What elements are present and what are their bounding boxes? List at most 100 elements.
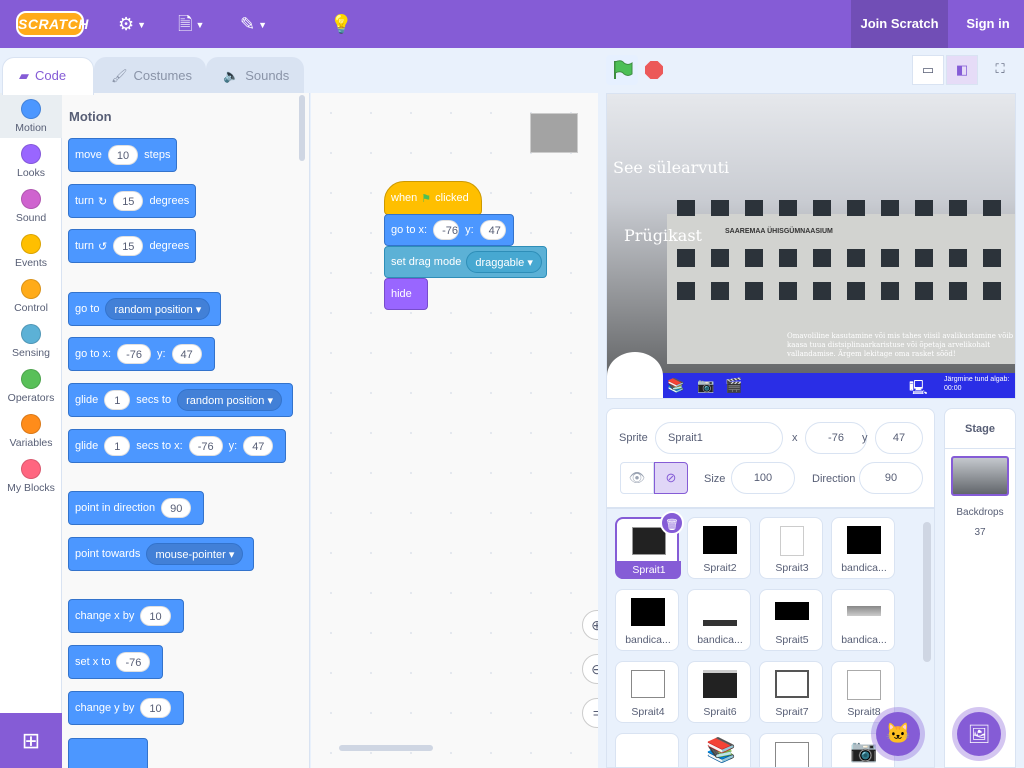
edit-menu[interactable]: ✎ ▼ bbox=[240, 12, 267, 36]
category-control[interactable]: Control bbox=[0, 273, 62, 318]
sprite-tile-sprait4[interactable]: Sprait4 bbox=[615, 661, 679, 723]
script-area[interactable]: when ⚑ clicked go to x: -76 y: 47 set drag mo… bbox=[311, 93, 598, 768]
script-horizontal-scrollbar[interactable] bbox=[339, 745, 433, 751]
degrees-input[interactable]: 15 bbox=[113, 236, 144, 256]
script-set-drag-mode[interactable]: set drag mode draggable ▾ bbox=[384, 246, 547, 278]
block-glide-xy[interactable]: glide 1 secs to x: -76 y: 47 bbox=[68, 429, 287, 463]
sprite-tile-sprait6[interactable]: Sprait6 bbox=[687, 661, 751, 723]
x-input[interactable]: -76 bbox=[117, 344, 151, 364]
set-x-input[interactable]: -76 bbox=[116, 652, 151, 672]
delete-sprite-button[interactable]: 🗑 bbox=[660, 511, 684, 535]
y-input[interactable]: 47 bbox=[171, 344, 202, 364]
hide-sprite-button[interactable]: ⊘ bbox=[654, 462, 688, 494]
size-input[interactable]: 100 bbox=[731, 462, 795, 494]
sprite-tile-partial-3[interactable] bbox=[759, 733, 823, 767]
block-point-towards[interactable]: point towards mouse-pointer ▾ bbox=[68, 537, 255, 571]
category-motion[interactable]: Motion bbox=[0, 93, 62, 138]
palette-scrollbar[interactable] bbox=[299, 95, 305, 161]
camera-icon[interactable]: 📷 bbox=[697, 377, 714, 394]
stage-logo-sprite[interactable] bbox=[607, 352, 663, 398]
sprite-tile-sprait2[interactable]: Sprait2 bbox=[687, 517, 751, 579]
secs-input[interactable]: 1 bbox=[104, 390, 131, 410]
category-operators[interactable]: Operators bbox=[0, 363, 62, 408]
y-input[interactable]: 47 bbox=[243, 436, 274, 456]
tab-code[interactable]: ▰ Code bbox=[2, 57, 94, 95]
stop-button[interactable] bbox=[645, 61, 663, 79]
sprite-tile-bandicam-4[interactable]: bandica... bbox=[831, 589, 895, 651]
direction-input[interactable]: 90 bbox=[161, 498, 192, 518]
glide-target-dropdown[interactable]: random position ▾ bbox=[177, 389, 282, 411]
sprite-tile-sprait7[interactable]: Sprait7 bbox=[759, 661, 823, 723]
sprite-tile-sprait3[interactable]: Sprait3 bbox=[759, 517, 823, 579]
change-y-input[interactable]: 10 bbox=[140, 698, 171, 718]
script-when-flag-clicked[interactable]: when ⚑ clicked bbox=[384, 181, 482, 215]
y-position-input[interactable]: 47 bbox=[875, 422, 923, 454]
sprite-name-input[interactable]: Sprait1 bbox=[655, 422, 783, 454]
stage-thumbnail[interactable] bbox=[951, 456, 1009, 496]
category-sensing[interactable]: Sensing bbox=[0, 318, 62, 363]
towards-dropdown[interactable]: mouse-pointer ▾ bbox=[146, 543, 244, 565]
show-sprite-button[interactable]: 👁 bbox=[620, 462, 654, 494]
y-input[interactable]: 47 bbox=[479, 220, 506, 240]
goto-target-dropdown[interactable]: random position ▾ bbox=[105, 298, 211, 320]
tutorials-button[interactable]: 💡 bbox=[330, 12, 352, 36]
zoom-in-button[interactable]: ⊕ bbox=[582, 610, 598, 640]
secs-input[interactable]: 1 bbox=[104, 436, 131, 456]
clapperboard-icon[interactable]: 🎬 bbox=[725, 377, 742, 394]
join-scratch-button[interactable]: Join Scratch bbox=[851, 0, 948, 48]
sprite-tile-bandicam-2[interactable]: bandica... bbox=[615, 589, 679, 651]
block-change-x[interactable]: change x by 10 bbox=[68, 599, 184, 633]
sprite-list-scrollbar[interactable] bbox=[923, 522, 931, 662]
block-point-direction[interactable]: point in direction 90 bbox=[68, 491, 205, 525]
steps-input[interactable]: 10 bbox=[107, 145, 139, 165]
block-go-to[interactable]: go to random position ▾ bbox=[68, 292, 222, 326]
script-hide[interactable]: hide bbox=[384, 278, 428, 310]
degrees-input[interactable]: 15 bbox=[113, 191, 144, 211]
file-menu[interactable]: 🗎 ▼ bbox=[178, 12, 204, 36]
tab-costumes[interactable]: 🖌 Costumes bbox=[94, 57, 206, 93]
script-go-to-xy[interactable]: go to x: -76 y: 47 bbox=[384, 214, 514, 246]
block-set-x[interactable]: set x to -76 bbox=[68, 645, 164, 679]
scratch-logo[interactable]: SCRATCH bbox=[16, 11, 88, 37]
direction-input[interactable]: 90 bbox=[859, 462, 923, 494]
category-sound[interactable]: Sound bbox=[0, 183, 62, 228]
category-events[interactable]: Events bbox=[0, 228, 62, 273]
x-input[interactable]: -76 bbox=[188, 436, 223, 456]
block-move-steps[interactable]: move 10 steps bbox=[68, 138, 178, 172]
normal-stage-button[interactable]: ◧ bbox=[946, 55, 978, 85]
zoom-out-button[interactable]: ⊖ bbox=[582, 654, 598, 684]
block-change-y[interactable]: change y by 10 bbox=[68, 691, 184, 725]
x-input[interactable]: -76 bbox=[433, 220, 460, 240]
stage-label-trash: Prügikast bbox=[624, 226, 702, 245]
sprite-tile-sprait5[interactable]: Sprait5 bbox=[759, 589, 823, 651]
sprite-tile-bandicam-3[interactable]: bandica... bbox=[687, 589, 751, 651]
block-set-y-partial[interactable] bbox=[68, 738, 148, 768]
add-backdrop-button[interactable]: 🖼 bbox=[957, 712, 1001, 756]
sprite-tile-partial-1[interactable] bbox=[615, 733, 679, 767]
block-go-to-xy[interactable]: go to x: -76 y: 47 bbox=[68, 337, 215, 371]
sprite-tile-bandicam-1[interactable]: bandica... bbox=[831, 517, 895, 579]
category-looks[interactable]: Looks bbox=[0, 138, 62, 183]
add-extension-button[interactable]: ⊞ bbox=[0, 713, 62, 768]
category-variables[interactable]: Variables bbox=[0, 408, 62, 453]
computer-icon[interactable]: 🖳 bbox=[909, 377, 928, 398]
block-turn-left[interactable]: turn ↺ 15 degrees bbox=[68, 229, 197, 263]
x-position-input[interactable]: -76 bbox=[805, 422, 867, 454]
books-icon[interactable]: 📚 bbox=[667, 377, 684, 394]
stage-canvas[interactable]: See sülearvuti Prügikast SAAREMAA ÜHISGÜ… bbox=[606, 93, 1016, 399]
fullscreen-button[interactable]: ⛶ bbox=[984, 55, 1016, 85]
sprite-tile-sprait8[interactable]: Sprait8 bbox=[831, 661, 895, 723]
change-x-input[interactable]: 10 bbox=[140, 606, 171, 626]
drag-mode-dropdown[interactable]: draggable ▾ bbox=[466, 251, 542, 273]
small-stage-button[interactable]: ▭ bbox=[912, 55, 944, 85]
block-glide-to[interactable]: glide 1 secs to random position ▾ bbox=[68, 383, 293, 417]
tab-sounds[interactable]: 🔈 Sounds bbox=[206, 57, 304, 93]
add-sprite-button[interactable]: 🐱 bbox=[876, 712, 920, 756]
block-turn-right[interactable]: turn ↻ 15 degrees bbox=[68, 184, 197, 218]
zoom-reset-button[interactable]: = bbox=[582, 698, 598, 728]
category-my-blocks[interactable]: My Blocks bbox=[0, 453, 62, 498]
sign-in-button[interactable]: Sign in bbox=[956, 0, 1020, 48]
green-flag-button[interactable] bbox=[606, 55, 638, 85]
settings-menu[interactable]: ⚙ ▼ bbox=[118, 12, 146, 36]
sprite-tile-partial-2[interactable]: 📚 bbox=[687, 733, 751, 767]
